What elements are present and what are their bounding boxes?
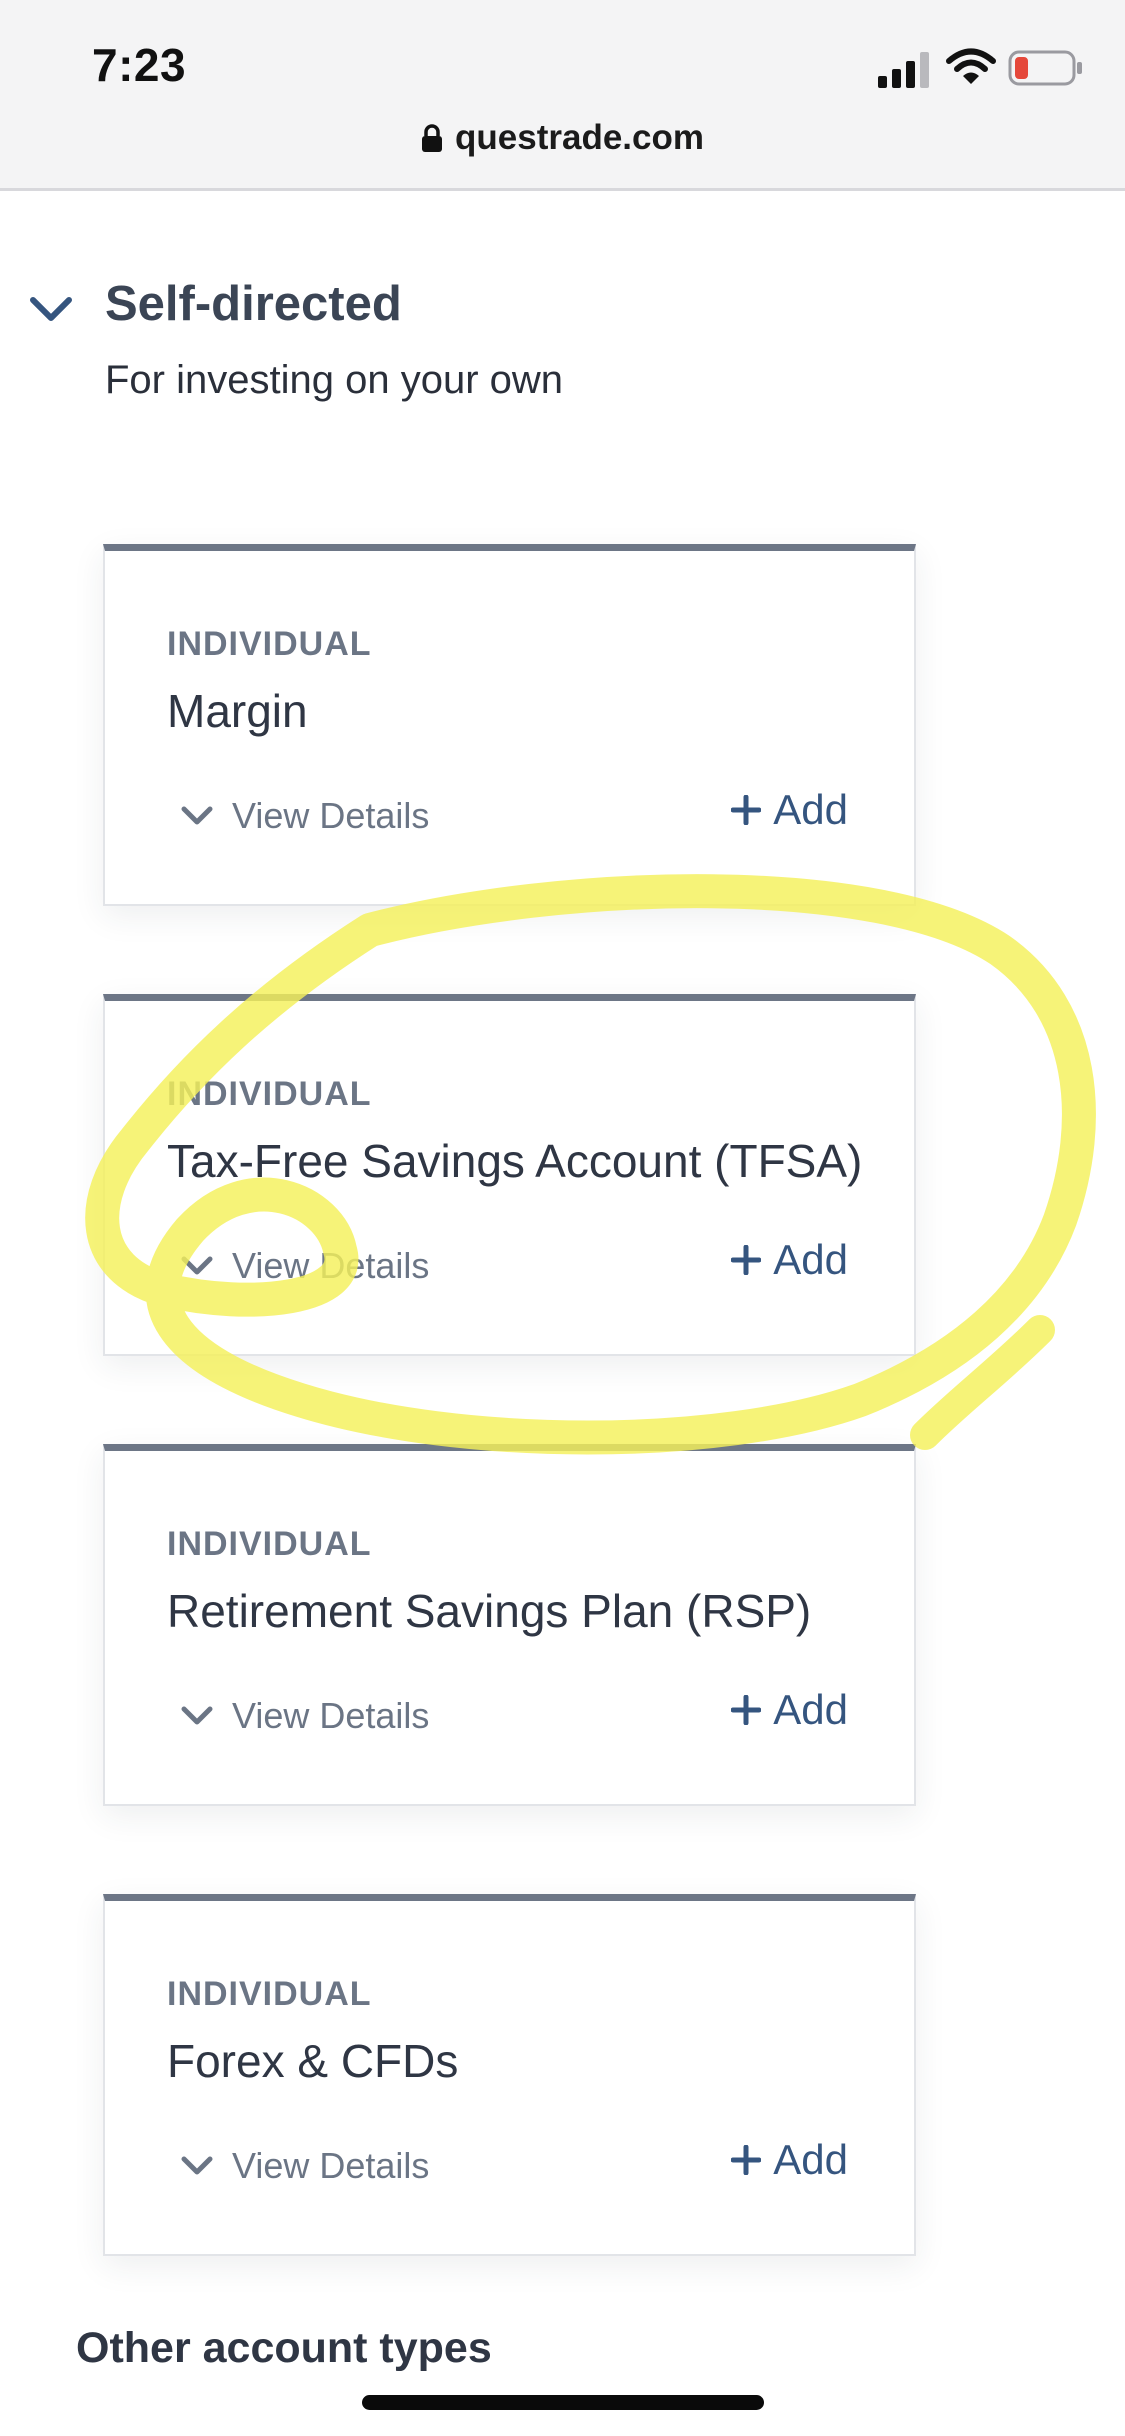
account-type-label: INDIVIDUAL	[167, 1975, 372, 2013]
account-type-label: INDIVIDUAL	[167, 1075, 372, 1113]
view-details-button[interactable]: View Details	[180, 1691, 429, 1741]
account-card-rsp: INDIVIDUAL Retirement Savings Plan (RSP)…	[103, 1444, 916, 1806]
plus-icon	[731, 1245, 762, 1275]
screen: 7:23 questrade.com Self-directed For inv…	[0, 0, 1125, 2436]
account-card-forex: INDIVIDUAL Forex & CFDs View Details Add	[103, 1894, 916, 2256]
view-details-button[interactable]: View Details	[180, 1241, 429, 1291]
chevron-down-icon	[181, 1706, 213, 1725]
wifi-icon	[946, 48, 996, 84]
view-details-label: View Details	[232, 1245, 430, 1286]
browser-header: 7:23 questrade.com	[0, 0, 1125, 191]
view-details-button[interactable]: View Details	[180, 2141, 429, 2191]
status-time: 7:23	[92, 39, 187, 91]
chevron-down-icon	[181, 1256, 213, 1275]
chevron-down-icon[interactable]	[28, 290, 74, 330]
account-title: Forex & CFDs	[167, 2035, 459, 2087]
account-title: Tax-Free Savings Account (TFSA)	[167, 1135, 863, 1187]
url-text: questrade.com	[455, 118, 704, 157]
plus-icon	[731, 2145, 762, 2175]
add-label: Add	[773, 2136, 848, 2183]
account-type-label: INDIVIDUAL	[167, 625, 372, 663]
section-title[interactable]: Self-directed	[105, 276, 402, 332]
account-title: Retirement Savings Plan (RSP)	[167, 1585, 812, 1637]
battery-icon	[1008, 50, 1082, 86]
chevron-down-icon	[181, 2156, 213, 2175]
account-type-label: INDIVIDUAL	[167, 1525, 372, 1563]
view-details-button[interactable]: View Details	[180, 791, 429, 841]
signal-icon	[878, 52, 929, 88]
address-bar[interactable]: questrade.com	[0, 118, 1125, 168]
add-label: Add	[773, 1686, 848, 1733]
chevron-down-icon	[181, 806, 213, 825]
add-button[interactable]: Add	[731, 2133, 848, 2187]
add-label: Add	[773, 786, 848, 833]
view-details-label: View Details	[232, 2145, 430, 2186]
plus-icon	[731, 1695, 762, 1725]
lock-icon	[422, 124, 443, 152]
add-label: Add	[773, 1236, 848, 1283]
view-details-label: View Details	[232, 795, 430, 836]
add-button[interactable]: Add	[731, 1683, 848, 1737]
home-indicator[interactable]	[362, 2395, 764, 2410]
plus-icon	[731, 795, 762, 825]
add-button[interactable]: Add	[731, 1233, 848, 1287]
account-card-margin: INDIVIDUAL Margin View Details Add	[103, 544, 916, 906]
add-button[interactable]: Add	[731, 783, 848, 837]
view-details-label: View Details	[232, 1695, 430, 1736]
section-subtitle: For investing on your own	[105, 358, 564, 402]
account-title: Margin	[167, 685, 308, 737]
other-account-types-heading[interactable]: Other account types	[76, 2324, 492, 2373]
account-card-tfsa: INDIVIDUAL Tax-Free Savings Account (TFS…	[103, 994, 916, 1356]
